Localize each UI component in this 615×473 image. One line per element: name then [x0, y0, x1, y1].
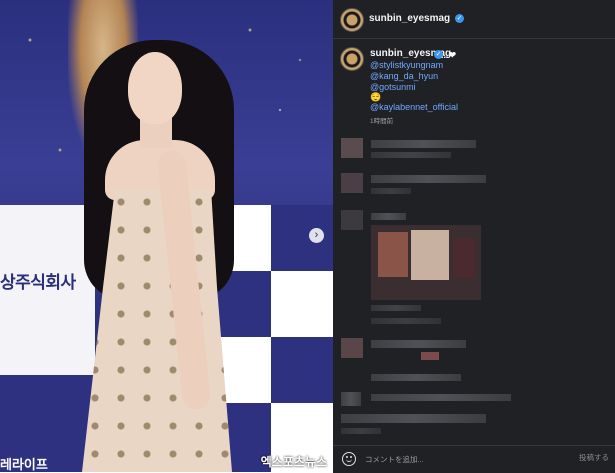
comment-blurred	[371, 188, 411, 194]
comment-image-detail	[453, 238, 475, 278]
comment-blurred	[371, 340, 466, 348]
commenter-avatar-blurred	[341, 210, 363, 230]
comment-image-detail	[411, 230, 449, 280]
mention-link[interactable]: @gotsunmi	[370, 82, 416, 92]
avatar[interactable]	[340, 8, 364, 32]
comment-bar: 投稿する	[333, 445, 615, 473]
caption-avatar[interactable]	[340, 47, 364, 71]
caption-suffix: ...❤	[441, 50, 457, 60]
comment-blurred	[421, 352, 439, 360]
post-side-panel: sunbin_eyesmag ✓ sunbin_eyesmag ✓ ...❤ @…	[333, 0, 615, 473]
person-face	[128, 52, 182, 124]
photo-watermark: 엑스포츠뉴스	[260, 455, 327, 469]
sponsor-text-bottom: 레라이프	[0, 457, 48, 472]
commenter-avatar-blurred	[341, 138, 363, 158]
comment-blurred	[371, 175, 486, 183]
comment-blurred	[371, 213, 406, 220]
post-timestamp: 1時間前	[370, 118, 394, 125]
mention-link[interactable]: @kaylabennet_official	[370, 102, 458, 112]
like-action-blurred	[341, 392, 361, 406]
comment-blurred	[371, 140, 476, 148]
post-photo[interactable]: 상주식회사 레라이프 엑스포츠뉴스 ›	[0, 0, 333, 472]
comment-blurred	[371, 305, 421, 311]
comment-blurred	[371, 152, 451, 158]
date-blurred	[341, 428, 381, 434]
chevron-right-icon[interactable]: ›	[309, 228, 324, 243]
verified-badge-icon: ✓	[455, 14, 464, 23]
post-comment-button[interactable]: 投稿する	[579, 452, 609, 463]
mention-link[interactable]: @stylistkyungnam	[370, 60, 443, 70]
commenter-avatar-blurred	[341, 173, 363, 193]
smile-icon[interactable]	[342, 452, 356, 466]
commenter-avatar-blurred	[341, 338, 363, 358]
comment-blurred	[371, 394, 511, 401]
header-username[interactable]: sunbin_eyesmag	[369, 13, 450, 24]
comment-image-detail	[378, 232, 408, 277]
comment-blurred	[371, 318, 441, 324]
comment-blurred	[371, 374, 461, 381]
sponsor-text: 상주식회사	[0, 273, 76, 292]
comment-input[interactable]	[365, 452, 555, 466]
post-header: sunbin_eyesmag ✓	[333, 0, 615, 39]
mention-link[interactable]: @kang_da_hyun	[370, 71, 438, 81]
likes-count-blurred	[341, 414, 486, 423]
